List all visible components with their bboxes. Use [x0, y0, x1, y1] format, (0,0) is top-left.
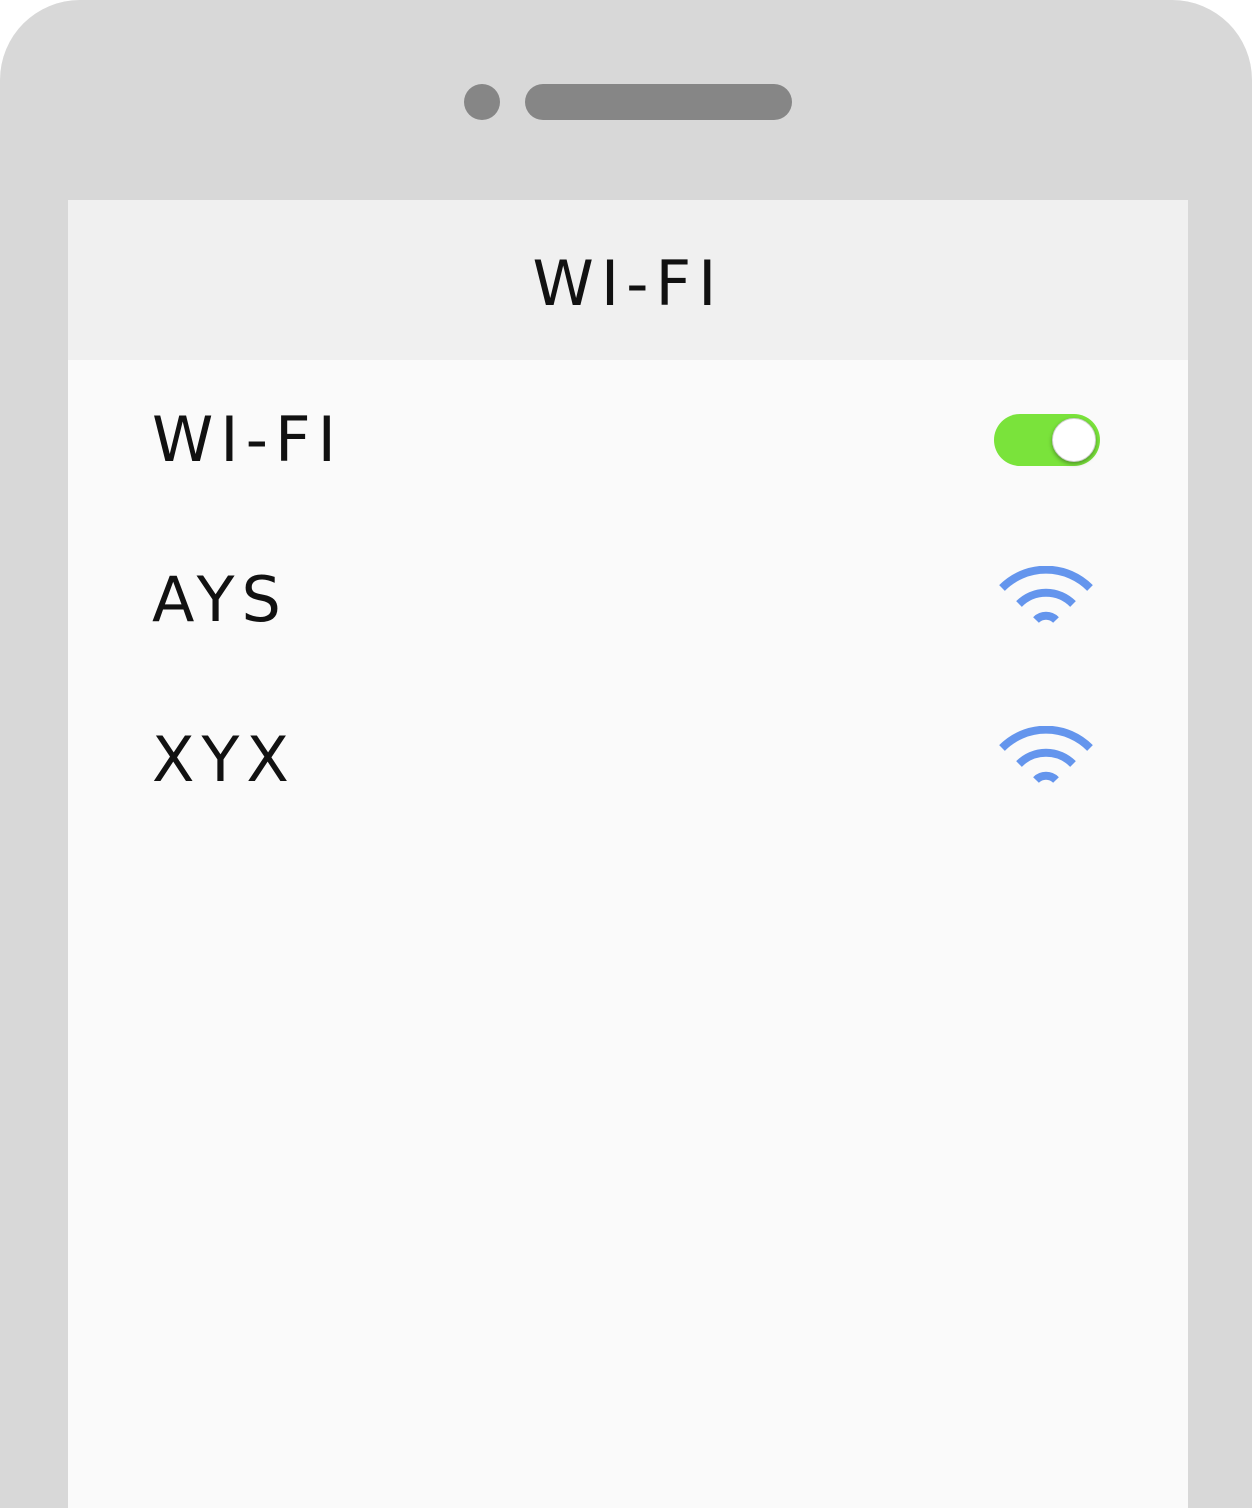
phone-frame: WI-FI WI-FI AYS XYX [0, 0, 1252, 1508]
network-name: XYX [152, 723, 296, 796]
wifi-signal-icon [999, 566, 1093, 624]
title-bar: WI-FI [68, 200, 1188, 360]
front-camera [464, 84, 500, 120]
phone-screen: WI-FI WI-FI AYS XYX [68, 200, 1188, 1508]
wifi-signal-icon [999, 726, 1093, 784]
page-title: WI-FI [532, 247, 724, 320]
wifi-toggle-row: WI-FI [68, 360, 1188, 520]
network-item-ays[interactable]: AYS [68, 520, 1188, 680]
network-item-xyx[interactable]: XYX [68, 680, 1188, 840]
network-name: AYS [152, 563, 288, 636]
earpiece-speaker [525, 84, 792, 120]
toggle-knob [1052, 418, 1096, 462]
wifi-toggle-switch[interactable] [994, 414, 1100, 466]
wifi-toggle-label: WI-FI [152, 403, 343, 476]
